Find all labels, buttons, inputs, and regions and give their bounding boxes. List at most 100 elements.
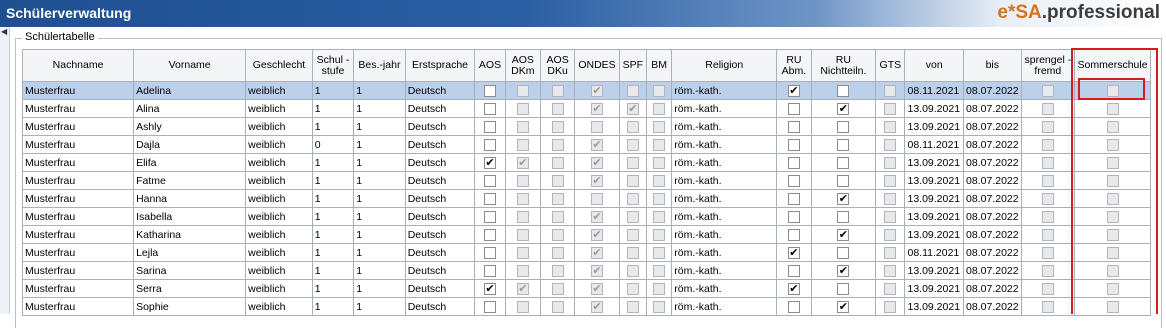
cell-vorname[interactable]: Serra (133, 279, 247, 298)
table-row[interactable]: Musterfrau Dajla weiblich 0 1 Deutsch ✔ röm.-ka… (21, 135, 1151, 154)
aos-checkbox[interactable] (484, 264, 496, 277)
runicht-checkbox[interactable] (837, 210, 850, 223)
cell-vorname[interactable]: Elifa (133, 153, 247, 172)
aosdkm-checkbox[interactable] (516, 102, 529, 115)
sommerschule-checkbox[interactable] (1106, 246, 1119, 259)
ondes-checkbox[interactable]: ✔ (591, 210, 604, 223)
runicht-checkbox[interactable] (837, 246, 850, 259)
gts-checkbox[interactable] (884, 102, 897, 115)
sprengel-checkbox[interactable] (1041, 102, 1054, 115)
bm-checkbox[interactable] (653, 120, 666, 133)
cell-erstsprache[interactable]: Deutsch (404, 297, 476, 316)
ondes-checkbox[interactable] (591, 120, 604, 133)
cell-erstsprache[interactable]: Deutsch (404, 99, 476, 118)
ondes-checkbox[interactable]: ✔ (591, 138, 604, 151)
column-header-sprengel[interactable]: sprengel -fremd (1020, 49, 1076, 82)
column-header-geschlecht[interactable]: Geschlecht (245, 49, 313, 82)
cell-vorname[interactable]: Sophie (133, 297, 247, 316)
aosdku-checkbox[interactable] (551, 210, 564, 223)
spf-checkbox[interactable] (626, 264, 639, 277)
sommerschule-checkbox[interactable] (1106, 210, 1119, 223)
cell-besjahr[interactable]: 1 (353, 135, 406, 154)
ruabm-checkbox[interactable]: ✔ (787, 84, 800, 97)
sommerschule-checkbox[interactable] (1106, 264, 1119, 277)
spf-checkbox[interactable] (626, 84, 639, 97)
runicht-checkbox[interactable] (837, 282, 850, 295)
cell-besjahr[interactable]: 1 (353, 81, 406, 100)
cell-schulstufe[interactable]: 1 (311, 171, 355, 190)
cell-nachname[interactable]: Musterfrau (21, 207, 135, 226)
cell-religion[interactable]: röm.-kath. (671, 297, 778, 316)
sprengel-checkbox[interactable] (1041, 246, 1054, 259)
sommerschule-checkbox[interactable] (1106, 102, 1119, 115)
aosdkm-checkbox[interactable] (516, 120, 529, 133)
cell-religion[interactable]: röm.-kath. (671, 189, 778, 208)
cell-nachname[interactable]: Musterfrau (21, 171, 135, 190)
cell-nachname[interactable]: Musterfrau (21, 279, 135, 298)
aosdku-checkbox[interactable] (551, 264, 564, 277)
cell-schulstufe[interactable]: 1 (311, 225, 355, 244)
cell-nachname[interactable]: Musterfrau (21, 117, 135, 136)
table-row[interactable]: Musterfrau Adelina weiblich 1 1 Deutsch ✔ röm.-… (21, 81, 1151, 100)
ruabm-checkbox[interactable] (787, 102, 800, 115)
cell-erstsprache[interactable]: Deutsch (404, 189, 476, 208)
aos-checkbox[interactable] (484, 228, 496, 241)
aosdku-checkbox[interactable] (551, 228, 564, 241)
column-header-bm[interactable]: BM (645, 49, 673, 82)
cell-religion[interactable]: röm.-kath. (671, 207, 778, 226)
sommerschule-checkbox[interactable] (1106, 84, 1119, 97)
cell-schulstufe[interactable]: 0 (311, 135, 355, 154)
cell-von[interactable]: 13.09.2021 (904, 99, 965, 118)
cell-religion[interactable]: röm.-kath. (671, 81, 778, 100)
ruabm-checkbox[interactable] (787, 192, 800, 205)
spf-checkbox[interactable] (626, 174, 639, 187)
cell-nachname[interactable]: Musterfrau (21, 99, 135, 118)
cell-geschlecht[interactable]: weiblich (245, 279, 313, 298)
spf-checkbox[interactable] (626, 228, 639, 241)
cell-religion[interactable]: röm.-kath. (671, 153, 778, 172)
cell-besjahr[interactable]: 1 (353, 117, 406, 136)
spf-checkbox[interactable]: ✔ (626, 102, 639, 115)
cell-von[interactable]: 13.09.2021 (904, 189, 965, 208)
aos-checkbox[interactable] (484, 102, 496, 115)
cell-von[interactable]: 08.11.2021 (904, 243, 965, 262)
cell-erstsprache[interactable]: Deutsch (404, 261, 476, 280)
sommerschule-checkbox[interactable] (1106, 300, 1119, 313)
table-row[interactable]: Musterfrau Elifa weiblich 1 1 Deutsch ✔ ✔ ✔ röm.-… (21, 153, 1151, 172)
runicht-checkbox[interactable] (837, 156, 850, 169)
cell-schulstufe[interactable]: 1 (311, 243, 355, 262)
spf-checkbox[interactable] (626, 192, 639, 205)
sprengel-checkbox[interactable] (1041, 210, 1054, 223)
cell-von[interactable]: 13.09.2021 (904, 171, 965, 190)
runicht-checkbox[interactable] (837, 174, 850, 187)
column-header-spf[interactable]: SPF (618, 49, 648, 82)
cell-nachname[interactable]: Musterfrau (21, 189, 135, 208)
cell-von[interactable]: 13.09.2021 (904, 117, 965, 136)
sprengel-checkbox[interactable] (1041, 192, 1054, 205)
gts-checkbox[interactable] (884, 282, 897, 295)
spf-checkbox[interactable] (626, 138, 639, 151)
gts-checkbox[interactable] (884, 138, 897, 151)
aos-checkbox[interactable] (484, 210, 496, 223)
cell-geschlecht[interactable]: weiblich (245, 81, 313, 100)
cell-geschlecht[interactable]: weiblich (245, 261, 313, 280)
cell-bis[interactable]: 08.07.2022 (963, 171, 1022, 190)
table-row[interactable]: Musterfrau Sarina weiblich 1 1 Deutsch ✔ röm.-k… (21, 261, 1151, 280)
bm-checkbox[interactable] (653, 228, 666, 241)
cell-vorname[interactable]: Dajla (133, 135, 247, 154)
ruabm-checkbox[interactable] (787, 264, 800, 277)
cell-geschlecht[interactable]: weiblich (245, 153, 313, 172)
ondes-checkbox[interactable]: ✔ (591, 156, 604, 169)
gts-checkbox[interactable] (884, 246, 897, 259)
aosdkm-checkbox[interactable] (516, 264, 529, 277)
runicht-checkbox[interactable] (837, 84, 850, 97)
column-header-sommerschule[interactable]: Sommerschule (1074, 49, 1151, 82)
ondes-checkbox[interactable]: ✔ (591, 246, 604, 259)
aosdku-checkbox[interactable] (551, 300, 564, 313)
runicht-checkbox[interactable]: ✔ (837, 192, 850, 205)
aos-checkbox[interactable] (484, 138, 496, 151)
column-header-aosdkm[interactable]: AOS DKm (504, 49, 541, 82)
cell-bis[interactable]: 08.07.2022 (963, 243, 1022, 262)
gts-checkbox[interactable] (884, 120, 897, 133)
cell-besjahr[interactable]: 1 (353, 225, 406, 244)
